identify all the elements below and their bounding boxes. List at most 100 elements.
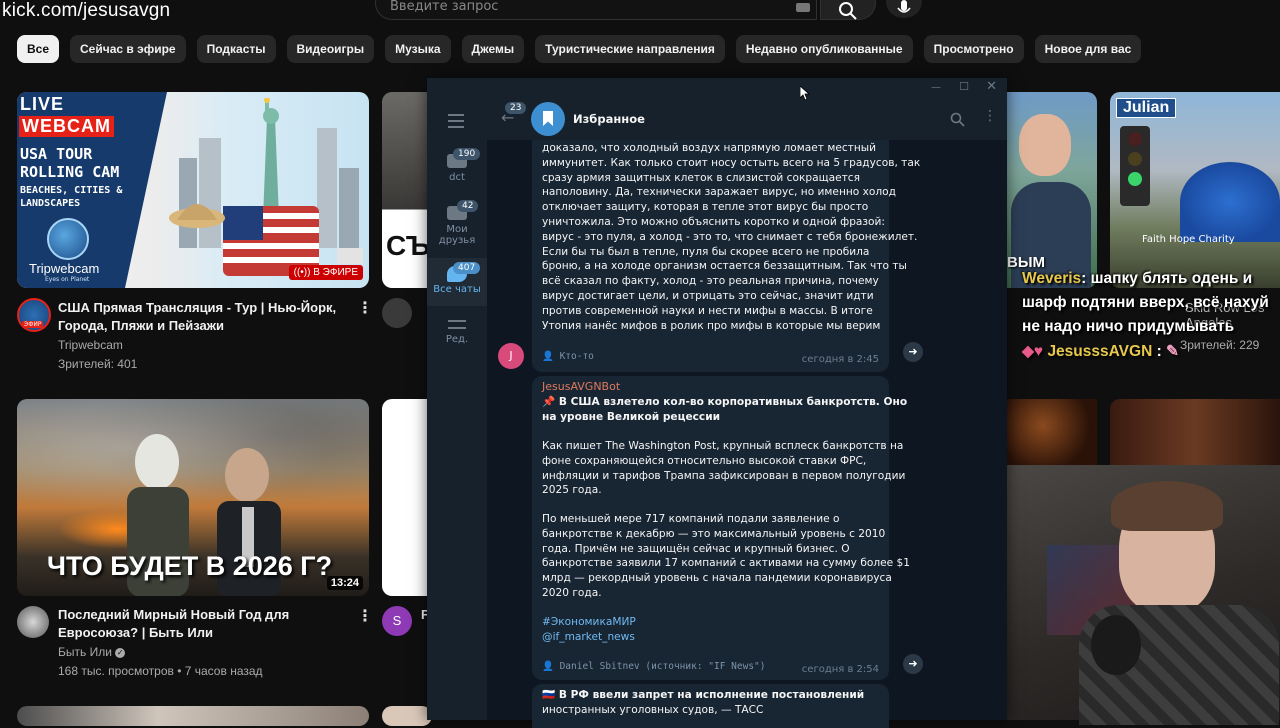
hashtag-link[interactable]: #ЭкономикаМИР: [542, 615, 636, 630]
thumb-line2: ROLLING CAM: [20, 163, 120, 181]
text-line: доказало, что холодный воздух напрямую л…: [542, 142, 877, 154]
streamer-hair: [1111, 481, 1223, 531]
live-badge: ((•)) В ЭФИРЕ: [288, 265, 363, 280]
message-2-author-name: Daniel Sbitnev (источник: "IF News"): [559, 661, 766, 672]
more-options-icon[interactable]: ⋮: [357, 606, 373, 625]
traffic-light-icon: [1120, 126, 1150, 206]
chat-title[interactable]: Избранное: [573, 112, 645, 126]
live-label: LIVE: [20, 94, 65, 114]
more-options-icon[interactable]: ⋮: [357, 298, 373, 317]
video-thumbnail-partial-1[interactable]: СЪ: [382, 92, 432, 288]
menu-icon[interactable]: [448, 114, 464, 128]
person-icon: 👤: [542, 351, 554, 362]
saved-messages-avatar[interactable]: [531, 102, 565, 136]
search-icon: [839, 2, 857, 20]
search-icon[interactable]: [950, 112, 965, 127]
folder-dct[interactable]: 190 dct: [427, 148, 487, 183]
chip-music[interactable]: Музыка: [385, 35, 451, 63]
video-thumbnail-row3-1[interactable]: [17, 706, 369, 726]
video-thumbnail-2026[interactable]: ЧТО БУДЕТ В 2026 Г? 13:24: [17, 399, 369, 596]
channel-avatar-partial-1[interactable]: [382, 298, 412, 328]
folder-edit[interactable]: Ред.: [427, 320, 487, 345]
chip-all[interactable]: Все: [17, 35, 60, 63]
forward-button[interactable]: ➜: [903, 654, 923, 674]
close-icon[interactable]: ✕: [986, 79, 997, 94]
channel-name-1[interactable]: Tripwebcam: [58, 336, 123, 355]
text-line: уничтожила. Это можно объяснить коротко …: [542, 215, 885, 228]
message-3-line2: иностранных уголовных судов, — ТАСС: [542, 703, 764, 716]
video-thumbnail-usa-tour[interactable]: LIVE WEBCAM USA TOUR ROLLING CAM BEACHES…: [17, 92, 369, 288]
video-thumbnail-partial-2[interactable]: [382, 399, 432, 596]
thumb-brand-sub: Eyes on Planet: [45, 276, 90, 283]
filter-chips: Все Сейчас в эфире Подкасты Видеоигры Му…: [17, 35, 1142, 63]
verified-icon: ✓: [115, 647, 126, 658]
chip-recently-uploaded[interactable]: Недавно опубликованные: [735, 35, 913, 63]
person-icon: 👤: [542, 661, 554, 672]
channel-avatar-tripwebcam[interactable]: ЭФИР: [17, 298, 51, 332]
chip-podcasts[interactable]: Подкасты: [196, 35, 276, 63]
minimize-icon[interactable]: —: [931, 82, 941, 93]
message-2-sender[interactable]: JesusAVGNBot: [542, 380, 620, 395]
forward-button[interactable]: ➜: [903, 342, 923, 362]
text-line: вирус достигает цели, и отрицать это сей…: [542, 289, 874, 302]
unread-badge: 23: [505, 102, 527, 114]
keyboard-icon[interactable]: [796, 3, 810, 12]
text-line: 2025 года.: [542, 484, 602, 497]
statue-of-liberty-illustration: [169, 98, 363, 276]
chip-jams[interactable]: Джемы: [461, 35, 525, 63]
voice-search-button[interactable]: [886, 0, 922, 18]
thumb-line4: LANDSCAPES: [20, 198, 81, 209]
stream-chat-message-2: ◆♥ JesusssAVGN : ✎: [1022, 343, 1180, 360]
channel-avatar-byt-ili[interactable]: [17, 606, 49, 638]
stream-thumbnail-street[interactable]: Julian Faith Hope Charity: [1110, 92, 1280, 288]
video-title-2[interactable]: Последний Мирный Новый Год для Евросоюза…: [58, 606, 348, 642]
video-title-2-line1: Последний Мирный Новый Год для: [58, 607, 290, 622]
bg-sign-text: Faith Hope Charity: [1142, 234, 1235, 245]
text-line: фоне сохраняющейся относительно высокой …: [542, 454, 867, 467]
search-input[interactable]: Введите запрос: [375, 0, 817, 20]
stream-thumbnail-row2-a[interactable]: [1007, 399, 1097, 465]
video-title-1[interactable]: США Прямая Трансляция - Тур | Нью-Йорк, …: [58, 299, 348, 335]
stream-thumbnail-row2-b[interactable]: [1110, 399, 1280, 465]
chip-new-for-you[interactable]: Новое для вас: [1034, 35, 1142, 63]
chip-videogames[interactable]: Видеоигры: [286, 35, 375, 63]
text-line: млрд — рекордный уровень с начала пандем…: [542, 572, 892, 585]
text-line: вирус - это пуля, а холод - это то, что …: [542, 230, 918, 243]
chat-emote-icon: ✎: [1166, 343, 1180, 360]
chip-watched[interactable]: Просмотрено: [923, 35, 1024, 63]
thumb-brand: Tripwebcam: [29, 261, 100, 276]
channel-avatar-partial-2[interactable]: S: [382, 606, 412, 636]
folder-badge: 190: [453, 148, 481, 160]
folder-friends[interactable]: 42 Мои друзья: [427, 200, 487, 246]
folder-badge: 407: [453, 262, 481, 274]
window-titlebar: — ☐ ✕: [427, 78, 1007, 98]
message-1-text: доказало, что холодный воздух напрямую л…: [542, 141, 920, 333]
globe-icon: [47, 218, 89, 260]
channel-handle-link[interactable]: @if_market_news: [542, 630, 635, 645]
folder-label: dct: [449, 172, 465, 183]
search-placeholder: Введите запрос: [390, 0, 499, 14]
chip-live[interactable]: Сейчас в эфире: [70, 35, 186, 63]
webcam-label: WEBCAM: [19, 116, 114, 137]
viewers-1: Зрителей: 401: [58, 357, 138, 371]
chip-travel[interactable]: Туристические направления: [535, 35, 725, 63]
message-1-author-name: Кто-то: [559, 351, 594, 362]
message-2-headline: 📌 В США взлетело кол-во корпоративных ба…: [542, 395, 907, 425]
headline-line1: 📌 В США взлетело кол-во корпоративных ба…: [542, 396, 908, 408]
text-line: броню, а на холоде организм остается без…: [542, 260, 907, 273]
search-button[interactable]: [820, 0, 876, 20]
video-thumbnail-row3-2[interactable]: [382, 706, 432, 726]
chat-username-jesus: JesusssAVGN: [1047, 343, 1153, 360]
text-line: инфляции и тарифов Трампа зафиксирован в…: [542, 469, 906, 482]
channel-name-2[interactable]: Быть Или ✓: [58, 643, 126, 662]
partial-thumb-text: СЪ: [386, 230, 431, 261]
more-options-icon[interactable]: ⋮: [983, 108, 997, 124]
text-line: банкротстве к декабрю — это максимальный…: [542, 527, 886, 540]
sender-avatar[interactable]: J: [498, 343, 524, 369]
message-2-time: сегодня в 2:54: [801, 664, 879, 675]
folder-label: Мои: [446, 224, 468, 235]
maximize-icon[interactable]: ☐: [959, 80, 969, 93]
folder-all-chats[interactable]: 407 Все чаты: [427, 258, 487, 306]
face-illustration: [1019, 114, 1071, 176]
broadcast-icon: ((•)): [293, 267, 311, 278]
